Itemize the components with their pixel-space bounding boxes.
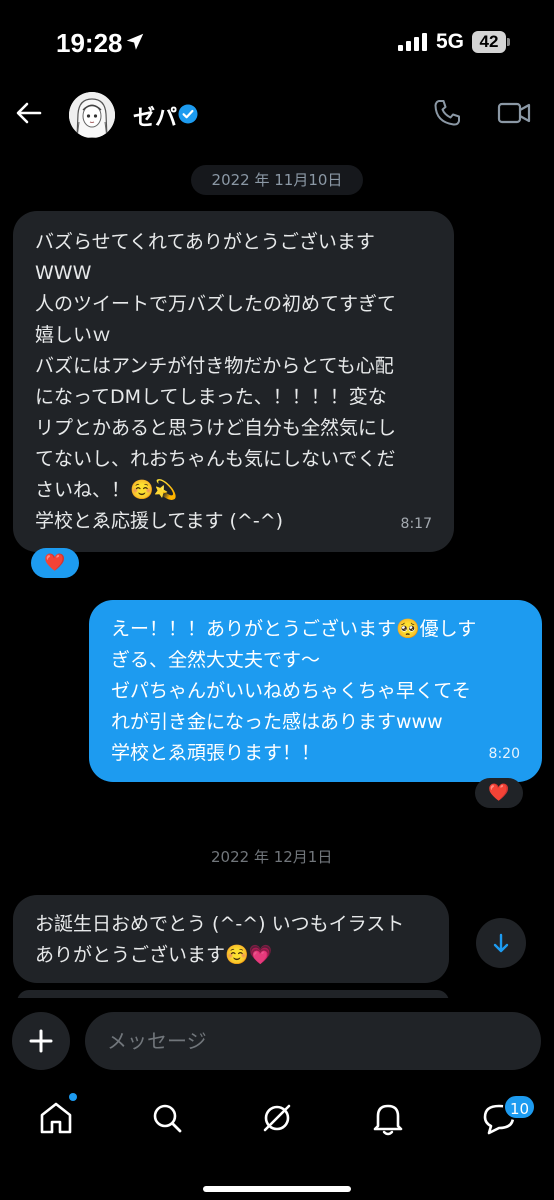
- signal-icon: [398, 33, 427, 51]
- message-text: バズらせてくれてありがとうございます WWW 人のツイートで万バズしたの初めてす…: [35, 231, 397, 532]
- status-bar: 19:28 5G 42: [0, 0, 554, 86]
- messages-badge: 10: [503, 1094, 537, 1120]
- battery-icon: 42: [472, 31, 506, 53]
- video-call-icon[interactable]: [497, 98, 531, 128]
- plus-icon: [29, 1029, 53, 1053]
- incoming-message-bubble[interactable]: バズらせてくれてありがとうございます WWW 人のツイートで万バズしたの初めてす…: [13, 211, 454, 552]
- phone-call-icon[interactable]: [432, 98, 462, 128]
- scroll-to-bottom-button[interactable]: [476, 918, 526, 968]
- incoming-message-bubble[interactable]: お誕生日おめでとう (^-^) いつもイラスト ありがとうございます☺️💗: [13, 895, 449, 983]
- add-media-button[interactable]: [12, 1012, 70, 1070]
- search-icon[interactable]: [147, 1098, 187, 1138]
- notifications-icon[interactable]: [368, 1098, 408, 1138]
- network-type: 5G: [436, 30, 465, 53]
- status-time: 19:28: [56, 28, 123, 58]
- arrow-down-icon: [493, 933, 509, 953]
- date-separator: 2022 年 12月1日: [211, 848, 333, 866]
- message-time: 8:17: [400, 516, 432, 532]
- home-indicator: [203, 1186, 351, 1192]
- grok-icon[interactable]: [257, 1098, 297, 1138]
- avatar-illustration: [69, 92, 115, 138]
- message-text: お誕生日おめでとう (^-^) いつもイラスト ありがとうございます☺️💗: [35, 913, 405, 966]
- heart-reaction[interactable]: ❤️: [475, 778, 523, 808]
- heart-reaction[interactable]: ❤️: [31, 548, 79, 578]
- message-text: えー！！！ありがとうございます🥺優しす ぎる、全然大丈夫です〜 ゼパちゃんがいい…: [111, 618, 477, 764]
- message-composer: [0, 998, 554, 1084]
- contact-name[interactable]: ゼパ: [133, 100, 177, 132]
- back-arrow-icon[interactable]: [14, 98, 44, 128]
- home-notification-dot: [69, 1093, 77, 1101]
- outgoing-message-bubble[interactable]: えー！！！ありがとうございます🥺優しす ぎる、全然大丈夫です〜 ゼパちゃんがいい…: [89, 600, 542, 782]
- avatar[interactable]: [69, 92, 115, 138]
- date-separator: 2022 年 11月10日: [191, 165, 363, 195]
- battery-nub: [507, 38, 510, 46]
- bottom-navigation: 10: [0, 1084, 554, 1200]
- home-icon[interactable]: [36, 1098, 76, 1138]
- location-arrow-icon: [126, 33, 144, 50]
- message-time: 8:20: [488, 746, 520, 762]
- message-input[interactable]: [85, 1012, 541, 1070]
- verified-badge-icon: [178, 104, 198, 124]
- conversation-header: ゼパ: [0, 86, 554, 146]
